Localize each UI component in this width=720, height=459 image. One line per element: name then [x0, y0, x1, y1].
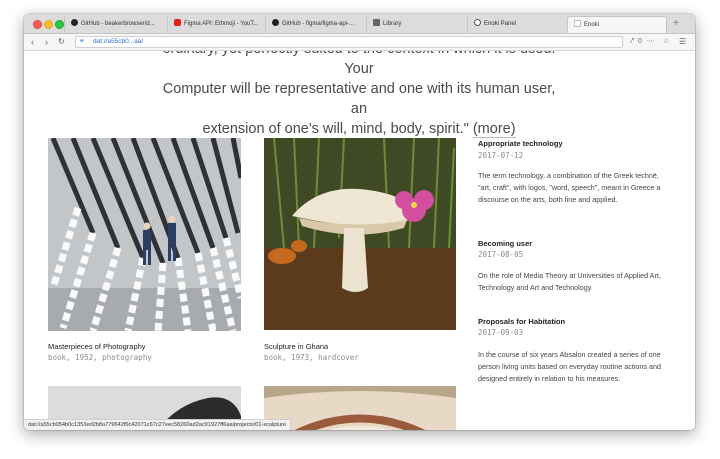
dat-share-icon: ⚭ — [79, 38, 85, 45]
page-icon — [574, 20, 581, 27]
address-bar[interactable]: ⚭ dat://a55cb0...aa/ ⋅ — [75, 36, 648, 48]
post-excerpt: In the course of six years Absalon creat… — [478, 350, 661, 383]
toolbar: ‹ › ↻ ⚭ dat://a55cb0...aa/ ⋅ ⤤ 0 ⋯ ☆ ☰ — [24, 34, 695, 51]
card-meta: book, 1973, hardcover — [264, 353, 359, 362]
new-tab-button[interactable]: + — [673, 16, 679, 31]
tab-github-beaker[interactable]: GitHub - beakerbrowser/d... — [64, 16, 167, 33]
github-icon — [71, 19, 78, 26]
arch-illustration — [264, 386, 456, 430]
post-excerpt: The term technology, a combination of th… — [478, 171, 661, 204]
more-link[interactable]: (more) — [472, 121, 516, 138]
intro-quote: ordinary, yet perfectly suited to the co… — [162, 51, 556, 138]
card-meta: book, 1952, photography — [48, 353, 152, 362]
tab-strip: GitHub - beakerbrowser/d... Figma API: E… — [24, 14, 695, 34]
post-title[interactable]: Becoming user — [478, 239, 532, 248]
bookmark-star-icon[interactable]: ☆ — [663, 36, 669, 48]
tab-github-figma[interactable]: GitHub - figma/figma-api-... — [265, 16, 366, 33]
tab-youtube[interactable]: Figma API: Ethmoji - YouT... — [167, 16, 265, 33]
zoom-window-button[interactable] — [55, 20, 64, 29]
arch-photo[interactable] — [264, 386, 456, 430]
more-icon[interactable]: ⋯ — [648, 36, 655, 48]
tab-enoki-panel[interactable]: Enoki Panel — [467, 16, 567, 33]
close-window-button[interactable] — [33, 20, 42, 29]
github-icon — [272, 19, 279, 26]
address-url: dat://a55cb0...aa/ — [93, 38, 144, 45]
menu-icon[interactable]: ☰ — [679, 36, 686, 48]
minimize-window-button[interactable] — [44, 20, 53, 29]
tab-enoki[interactable]: Enoki — [567, 16, 667, 33]
share-icon[interactable]: ⤤ — [630, 36, 634, 48]
status-bar: dat://a55cb054b0c1353ed2b8a779642f6c4207… — [24, 419, 292, 430]
mushroom-illustration — [264, 138, 456, 330]
tab-library[interactable]: Library — [366, 16, 467, 33]
youtube-icon — [174, 19, 181, 26]
page-content: ordinary, yet perfectly suited to the co… — [24, 51, 695, 430]
back-button[interactable]: ‹ — [31, 36, 34, 48]
post-date: 2017-09-03 — [478, 328, 524, 337]
library-icon — [373, 19, 380, 26]
forward-button[interactable]: › — [45, 36, 48, 48]
post-excerpt: On the role of Media Theory at Universit… — [478, 271, 661, 292]
mushroom-photo[interactable] — [264, 138, 456, 330]
share-count: 0 — [638, 38, 642, 45]
chains-illustration — [48, 138, 241, 331]
browser-window: GitHub - beakerbrowser/d... Figma API: E… — [24, 14, 695, 430]
post-date: 2017-07-12 — [478, 151, 524, 160]
enoki-icon — [474, 19, 481, 26]
post-date: 2017-08-05 — [478, 250, 524, 259]
card-title[interactable]: Sculpture in Ghana — [264, 342, 328, 351]
post-title[interactable]: Proposals for Habitation — [478, 317, 565, 326]
card-title[interactable]: Masterpieces of Photography — [48, 342, 146, 351]
reload-button[interactable]: ↻ — [58, 36, 65, 48]
chains-photo[interactable] — [48, 138, 241, 331]
post-title[interactable]: Appropriate technology — [478, 139, 563, 148]
